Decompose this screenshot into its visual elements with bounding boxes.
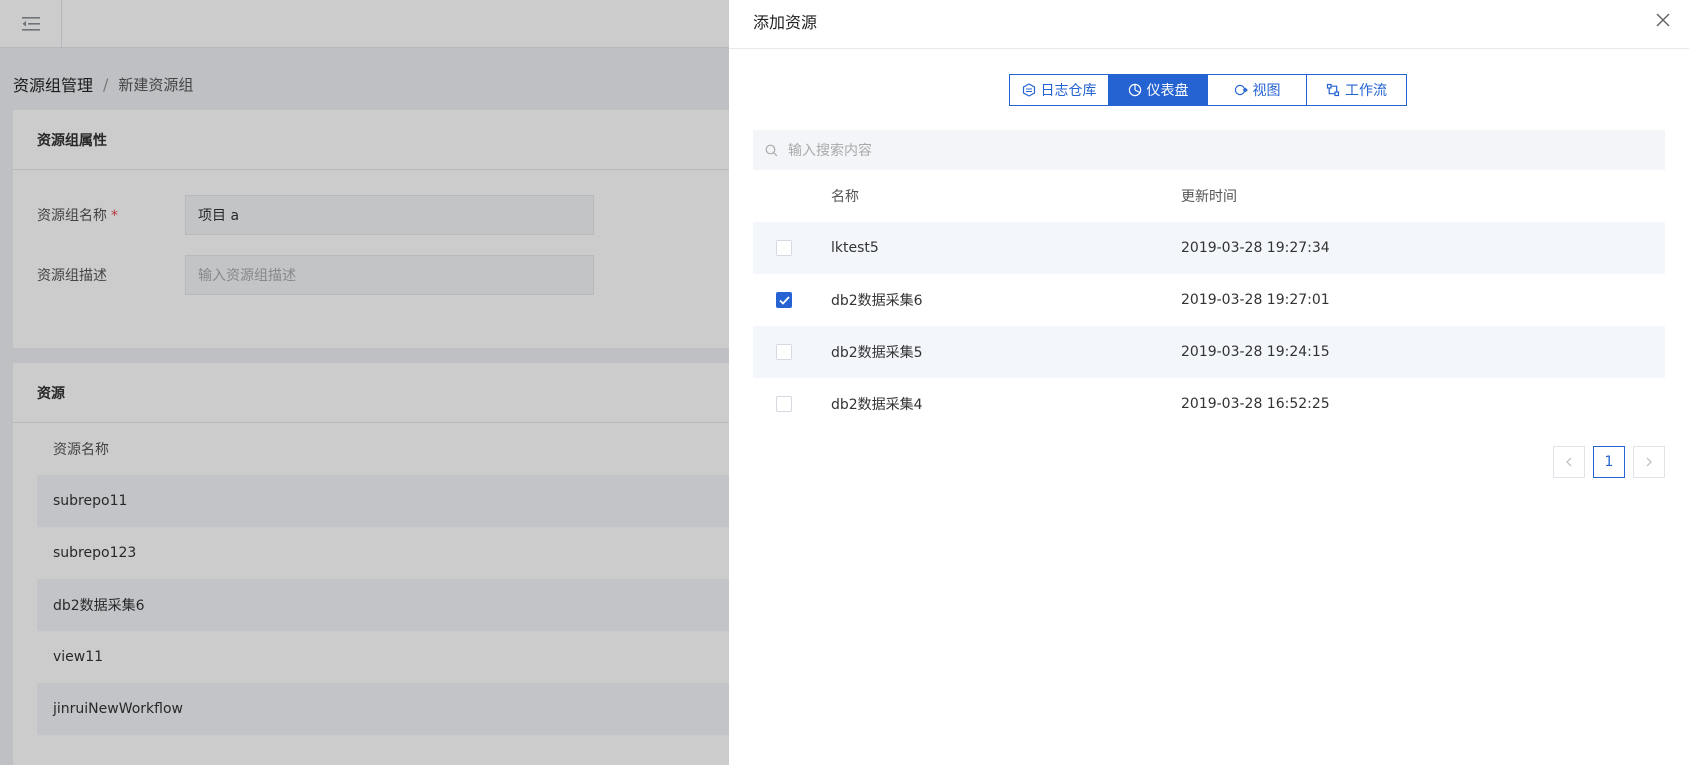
row-checkbox[interactable] — [776, 396, 792, 412]
close-icon[interactable] — [1653, 10, 1673, 30]
drawer-header: 添加资源 — [729, 0, 1689, 49]
table-row[interactable]: db2数据采集5 2019-03-28 19:24:15 — [753, 326, 1665, 378]
resource-type-tabs: 日志仓库 仪表盘 视图 工作流 — [1009, 74, 1407, 106]
column-header-name: 名称 — [831, 189, 859, 205]
table-row[interactable]: lktest5 2019-03-28 19:27:34 — [753, 222, 1665, 274]
table-row[interactable]: db2数据采集6 2019-03-28 19:27:01 — [753, 274, 1665, 326]
row-name: db2数据采集5 — [831, 345, 923, 361]
tab-label: 视图 — [1252, 83, 1281, 99]
next-page-button[interactable] — [1633, 446, 1665, 478]
column-header-time: 更新时间 — [1181, 189, 1237, 205]
checkmark-icon — [778, 295, 790, 305]
resource-table: 名称 更新时间 lktest5 2019-03-28 19:27:34 db2数… — [753, 170, 1665, 430]
workflow-icon — [1326, 83, 1340, 97]
dashboard-icon — [1128, 83, 1141, 97]
row-checkbox[interactable] — [776, 240, 792, 256]
row-checkbox[interactable] — [776, 292, 792, 308]
tab-workflow[interactable]: 工作流 — [1306, 74, 1407, 106]
tab-label: 工作流 — [1345, 83, 1387, 99]
page-number-button[interactable]: 1 — [1593, 446, 1625, 478]
row-time: 2019-03-28 19:27:01 — [1181, 292, 1330, 308]
table-header: 名称 更新时间 — [753, 170, 1665, 222]
view-icon — [1234, 84, 1248, 96]
row-name: db2数据采集4 — [831, 397, 923, 413]
row-time: 2019-03-28 16:52:25 — [1181, 396, 1330, 412]
chevron-right-icon — [1646, 457, 1652, 467]
prev-page-button[interactable] — [1553, 446, 1585, 478]
row-name: lktest5 — [831, 240, 879, 256]
chevron-left-icon — [1566, 457, 1572, 467]
search-placeholder: 输入搜索内容 — [788, 143, 872, 159]
pagination: 1 — [1545, 446, 1665, 478]
table-row[interactable]: db2数据采集4 2019-03-28 16:52:25 — [753, 378, 1665, 430]
row-checkbox[interactable] — [776, 344, 792, 360]
search-icon — [765, 144, 778, 156]
search-input[interactable]: 输入搜索内容 — [753, 130, 1665, 170]
tab-view[interactable]: 视图 — [1207, 74, 1307, 106]
tab-label: 日志仓库 — [1040, 83, 1097, 99]
tab-label: 仪表盘 — [1146, 83, 1189, 99]
drawer-title: 添加资源 — [753, 13, 818, 32]
add-resource-drawer: 添加资源 日志仓库 仪表盘 视图 工作流 输入搜索内容 名称 更新时间 lkte… — [729, 0, 1689, 765]
row-time: 2019-03-28 19:24:15 — [1181, 344, 1330, 360]
tab-dashboard[interactable]: 仪表盘 — [1108, 74, 1208, 106]
tab-log-repository[interactable]: 日志仓库 — [1009, 74, 1109, 106]
row-time: 2019-03-28 19:27:34 — [1181, 240, 1330, 256]
repository-icon — [1022, 83, 1035, 97]
row-name: db2数据采集6 — [831, 293, 923, 309]
